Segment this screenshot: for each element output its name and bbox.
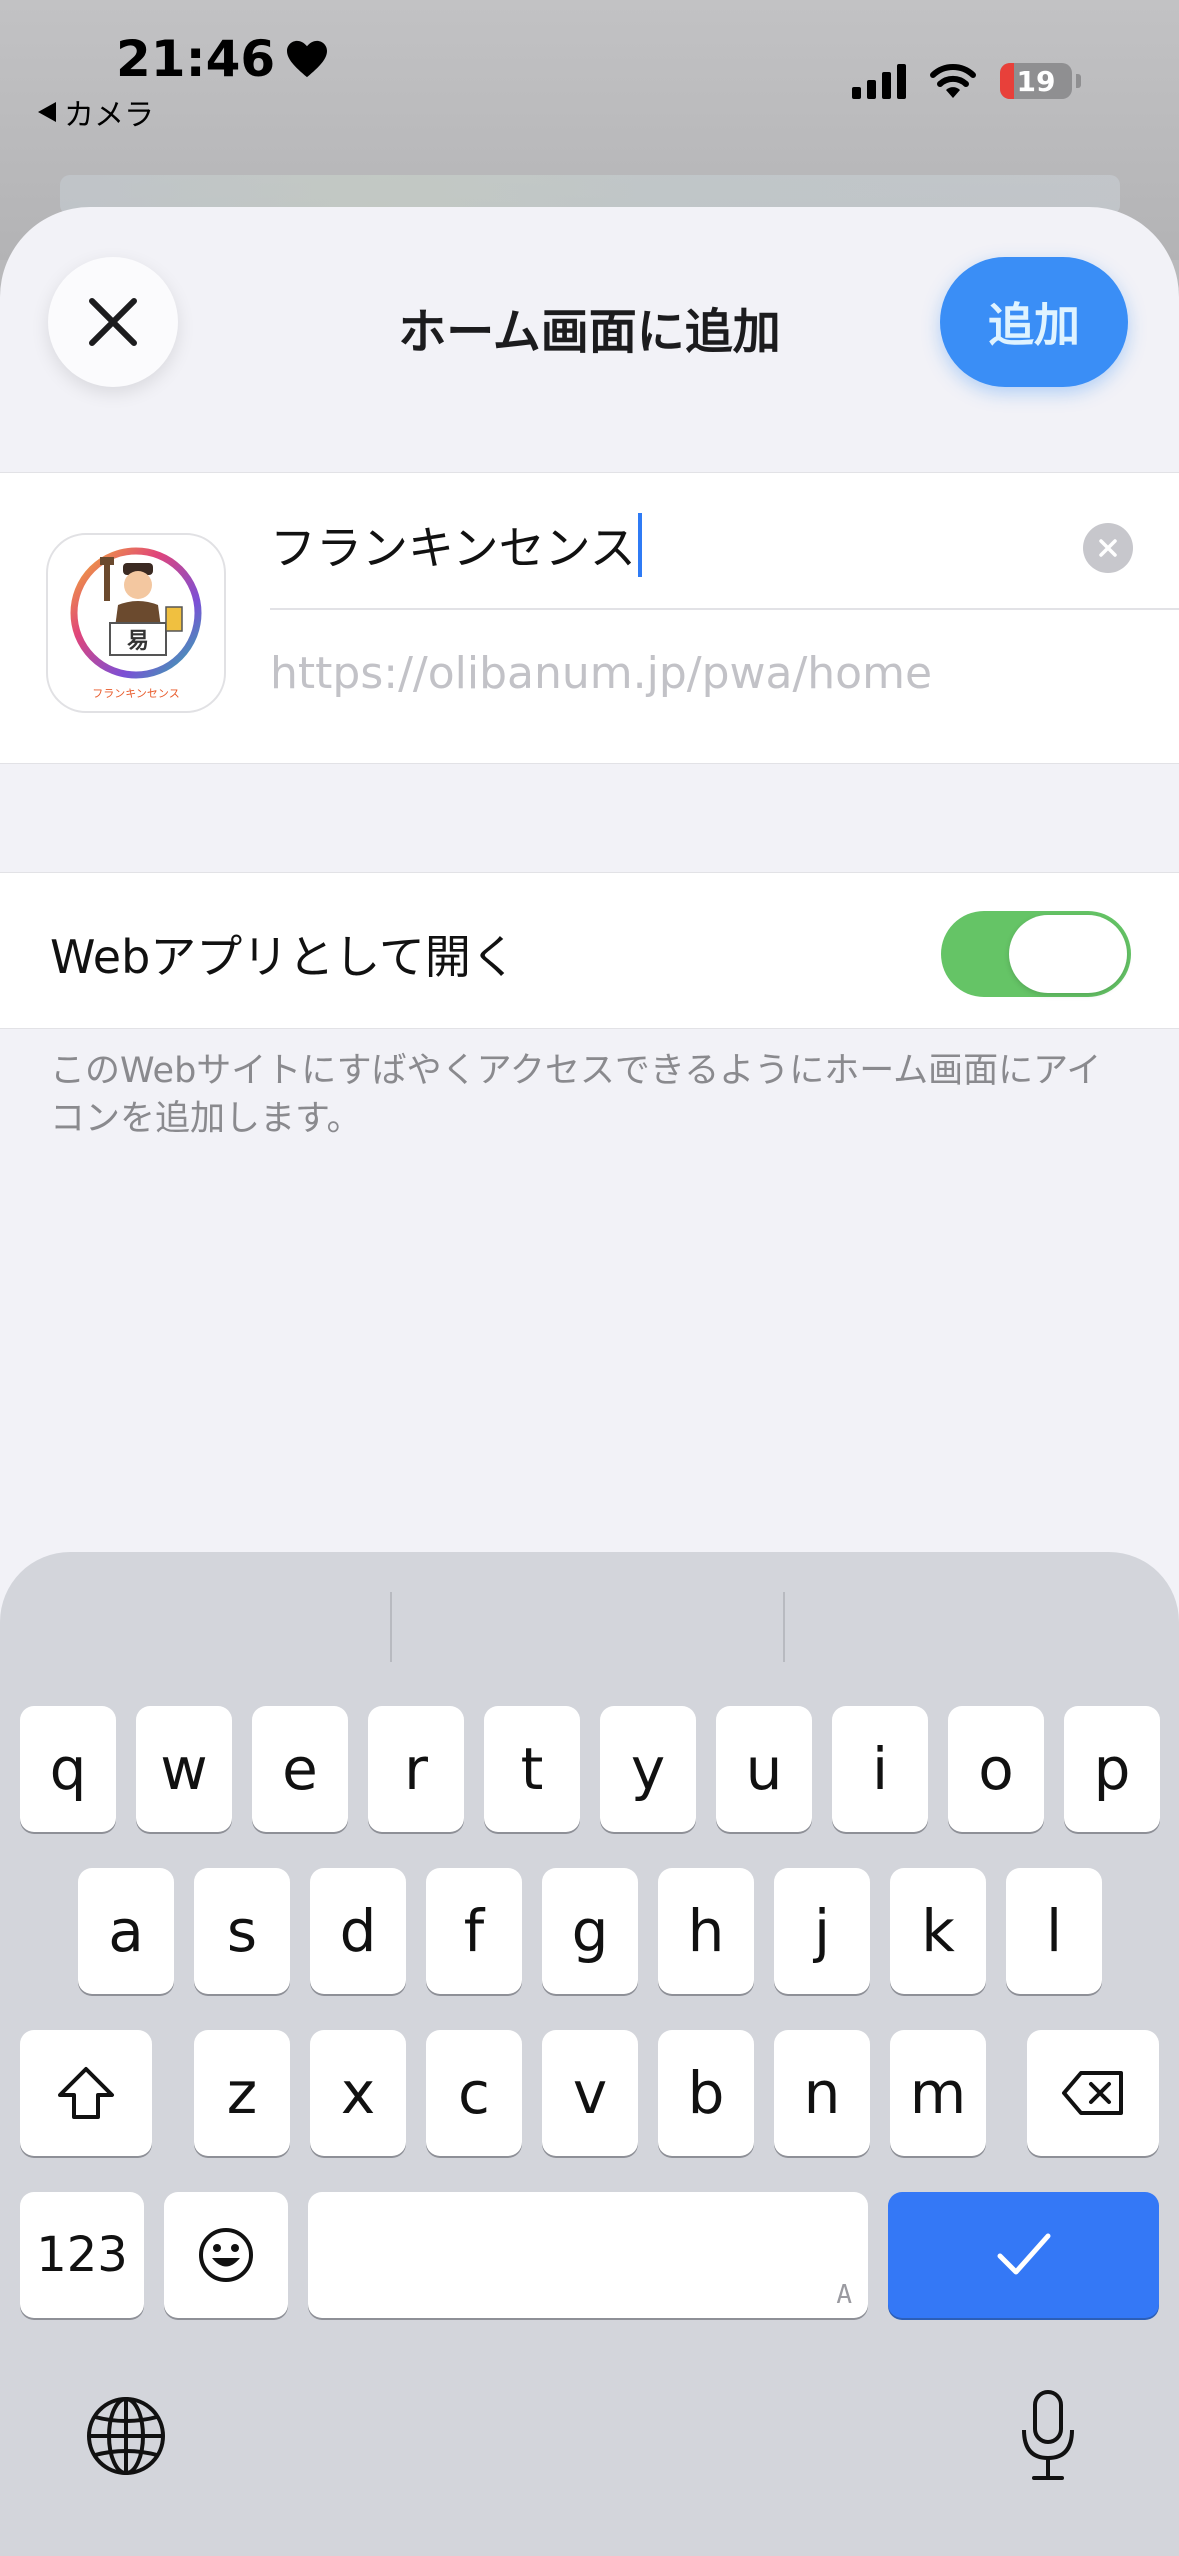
key-o[interactable]: o — [948, 1706, 1044, 1832]
time-text: 21:46 — [116, 30, 276, 88]
key-a[interactable]: a — [78, 1868, 174, 1994]
key-s[interactable]: s — [194, 1868, 290, 1994]
footnote: このWebサイトにすばやくアクセスできるようにホーム画面にアイコンを追加します。 — [50, 1051, 1102, 1139]
checkmark-icon — [997, 2233, 1050, 2275]
key-q[interactable]: q — [20, 1706, 116, 1832]
key-f[interactable]: f — [426, 1868, 522, 1994]
key-j[interactable]: j — [774, 1868, 870, 1994]
svg-text:易: 易 — [127, 629, 149, 654]
back-to-camera[interactable]: カメラ — [38, 90, 154, 134]
status-time: 21:46 — [116, 30, 329, 88]
key-y[interactable]: y — [600, 1706, 696, 1832]
key-l[interactable]: l — [1006, 1868, 1102, 1994]
suggestion-divider — [783, 1592, 785, 1662]
suggestion-divider — [390, 1592, 392, 1662]
space-key-mark: A — [836, 2280, 852, 2310]
clear-text-button[interactable] — [1083, 523, 1133, 573]
name-input[interactable]: フランキンセンス — [270, 513, 642, 577]
battery-tip — [1076, 74, 1081, 88]
key-u[interactable]: u — [716, 1706, 812, 1832]
key-i[interactable]: i — [832, 1706, 928, 1832]
field-divider — [270, 608, 1179, 610]
battery-icon: 19 — [1000, 63, 1072, 99]
numbers-key[interactable]: 123 — [20, 2192, 144, 2318]
toggle-knob — [1009, 915, 1127, 993]
space-key[interactable]: A — [308, 2192, 868, 2318]
wifi-icon — [930, 64, 976, 98]
key-c[interactable]: c — [426, 2030, 522, 2156]
key-r[interactable]: r — [368, 1706, 464, 1832]
key-v[interactable]: v — [542, 2030, 638, 2156]
key-e[interactable]: e — [252, 1706, 348, 1832]
name-url-card: 易 フランキンセンス フランキンセンス https://olibanum.jp/… — [0, 472, 1179, 764]
clear-x-icon — [1099, 539, 1117, 557]
open-as-webapp-row: Webアプリとして開く — [0, 872, 1179, 1029]
globe-icon — [87, 2397, 165, 2475]
emoji-key[interactable] — [164, 2192, 288, 2318]
key-h[interactable]: h — [658, 1868, 754, 1994]
back-label: カメラ — [64, 98, 154, 133]
key-k[interactable]: k — [890, 1868, 986, 1994]
key-t[interactable]: t — [484, 1706, 580, 1832]
emoji-icon — [199, 2228, 253, 2282]
text-caret — [637, 513, 642, 577]
key-z[interactable]: z — [194, 2030, 290, 2156]
key-d[interactable]: d — [310, 1868, 406, 1994]
keyboard: q w e r t y u i o p a s d f g h j k l z … — [0, 1552, 1179, 2556]
battery-level: 19 — [1016, 64, 1056, 98]
key-n[interactable]: n — [774, 2030, 870, 2156]
key-w[interactable]: w — [136, 1706, 232, 1832]
webapp-toggle[interactable] — [941, 911, 1131, 997]
back-arrow-icon — [38, 102, 56, 122]
key-b[interactable]: b — [658, 2030, 754, 2156]
heart-icon — [287, 40, 328, 78]
done-key[interactable] — [888, 2192, 1159, 2318]
backspace-icon — [1062, 2071, 1123, 2115]
status-icons: 19 — [852, 62, 1081, 100]
microphone-icon — [1022, 2390, 1074, 2480]
shift-key[interactable] — [20, 2030, 152, 2156]
cellular-signal-icon — [852, 63, 906, 99]
key-x[interactable]: x — [310, 2030, 406, 2156]
globe-button[interactable] — [82, 2392, 170, 2480]
add-button[interactable]: 追加 — [940, 257, 1128, 387]
dictation-button[interactable] — [1008, 2386, 1088, 2486]
delete-key[interactable] — [1027, 2030, 1159, 2156]
key-g[interactable]: g — [542, 1868, 638, 1994]
webapp-label: Webアプリとして開く — [50, 930, 517, 984]
key-m[interactable]: m — [890, 2030, 986, 2156]
url-text: https://olibanum.jp/pwa/home — [270, 648, 933, 699]
app-icon: 易 フランキンセンス — [46, 533, 226, 713]
shift-icon — [58, 2067, 114, 2119]
key-p[interactable]: p — [1064, 1706, 1160, 1832]
name-value: フランキンセンス — [270, 521, 636, 575]
icon-caption: フランキンセンス — [92, 687, 180, 700]
